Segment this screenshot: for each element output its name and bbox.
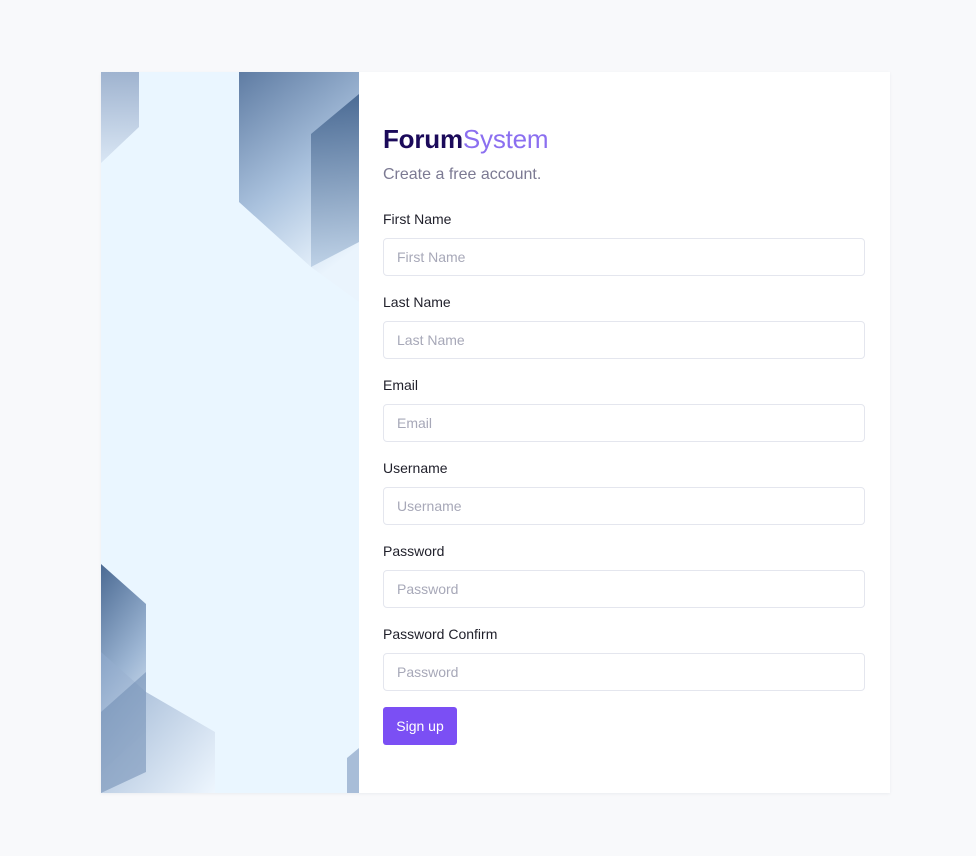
decorative-side-image	[101, 72, 359, 793]
page-subtitle: Create a free account.	[383, 166, 542, 183]
password-group: Password	[383, 543, 865, 608]
art-shape	[101, 72, 139, 163]
signup-form: ForumSystem Create a free account. First…	[359, 72, 890, 793]
brand-system: System	[462, 124, 549, 154]
username-label: Username	[383, 460, 448, 476]
signup-card: ForumSystem Create a free account. First…	[101, 72, 890, 793]
first-name-group: First Name	[383, 211, 865, 276]
password-confirm-input[interactable]	[383, 653, 865, 691]
first-name-label: First Name	[383, 211, 452, 227]
password-label: Password	[383, 543, 445, 559]
brand-forum: Forum	[383, 124, 463, 154]
sign-up-button[interactable]: Sign up	[383, 707, 457, 745]
username-input[interactable]	[383, 487, 865, 525]
art-shape	[347, 748, 359, 793]
email-group: Email	[383, 377, 865, 442]
email-label: Email	[383, 377, 419, 393]
password-confirm-label: Password Confirm	[383, 626, 498, 642]
last-name-label: Last Name	[383, 294, 451, 310]
first-name-input[interactable]	[383, 238, 865, 276]
password-input[interactable]	[383, 570, 865, 608]
email-input[interactable]	[383, 404, 865, 442]
password-confirm-group: Password Confirm	[383, 626, 865, 691]
last-name-group: Last Name	[383, 294, 865, 359]
username-group: Username	[383, 460, 865, 525]
last-name-input[interactable]	[383, 321, 865, 359]
brand-logo: ForumSystem	[383, 123, 549, 155]
